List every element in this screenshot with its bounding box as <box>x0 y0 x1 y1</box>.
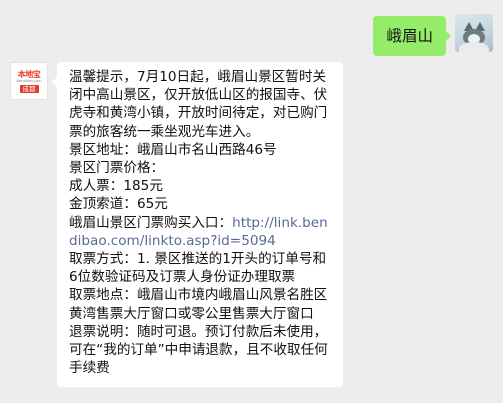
chat-conversation: 峨眉山 本地宝 Bendibao.com 成都 温馨提示，7月10日起，峨眉山景… <box>0 0 503 403</box>
incoming-message: 本地宝 Bendibao.com 成都 温馨提示，7月10日起，峨眉山景区暂时关… <box>10 62 343 388</box>
avatar-brand: 本地宝 <box>17 69 41 79</box>
pickup-method-text: 取票方式：1. 景区推送的1开头的订单号和6位数验证码及订票人身份证办理取票 <box>69 251 327 286</box>
purchase-label: 峨眉山景区门票购买入口： <box>69 214 233 231</box>
avatar-domain: Bendibao.com <box>16 78 42 83</box>
price-title: 景区门票价格： <box>69 160 165 177</box>
bendibao-avatar[interactable]: 本地宝 Bendibao.com 成都 <box>10 62 48 100</box>
adult-ticket-text: 成人票：185元 <box>69 178 163 195</box>
refund-policy-text: 退票说明：随时可退。预订付款后未使用，可在“我的订单”中申请退款，且不收取任何手… <box>69 323 328 377</box>
purchase-line: 峨眉山景区门票购买入口：http://link.bendibao.com/lin… <box>69 214 331 250</box>
cat-body <box>459 42 489 52</box>
user-avatar[interactable] <box>455 14 493 52</box>
outgoing-bubble[interactable]: 峨眉山 <box>373 16 451 56</box>
summit-ropeway-text: 金顶索道：65元 <box>69 196 168 213</box>
address-text: 景区地址：峨眉山市名山西路46号 <box>69 141 277 158</box>
outgoing-text: 峨眉山 <box>386 27 433 45</box>
incoming-bubble[interactable]: 温馨提示，7月10日起，峨眉山景区暂时关闭中高山景区，仅开放低山区的报国寺、伏虎… <box>52 62 343 388</box>
pickup-location-text: 取票地点：峨眉山市境内峨眉山风景名胜区黄湾售票大厅窗口或零公里售票大厅窗口 <box>69 287 328 322</box>
avatar-city: 成都 <box>19 84 39 93</box>
notice-text: 温馨提示，7月10日起，峨眉山景区暂时关闭中高山景区，仅开放低山区的报国寺、伏虎… <box>69 69 328 140</box>
outgoing-message: 峨眉山 <box>373 14 493 56</box>
